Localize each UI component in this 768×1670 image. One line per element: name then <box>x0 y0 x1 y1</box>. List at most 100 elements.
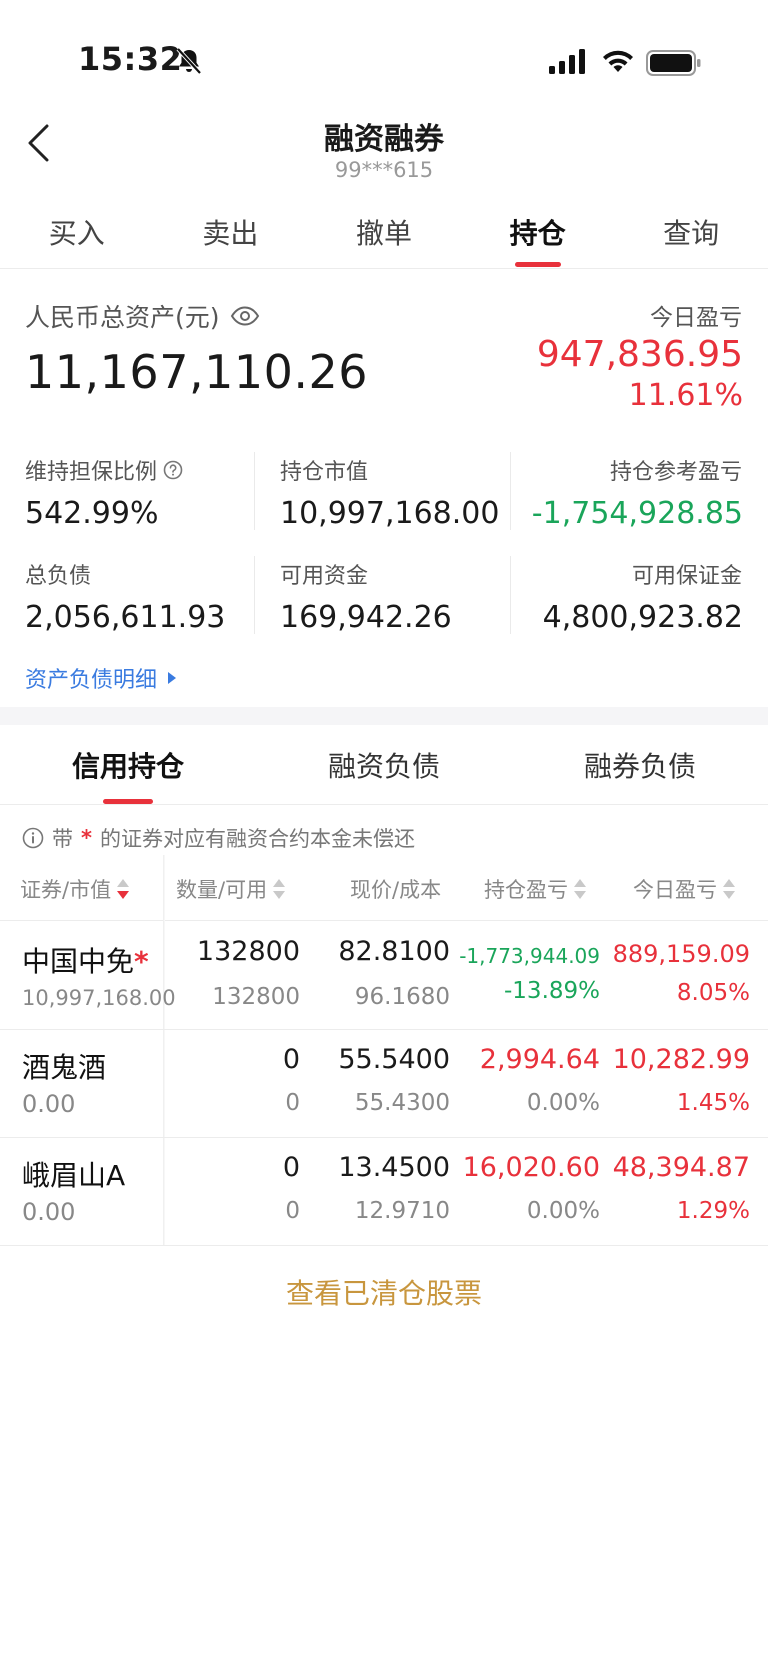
subtab-margin-liabilities[interactable]: 融资负债 <box>256 745 512 785</box>
header-today-pl[interactable]: 今日盈亏 <box>633 874 735 904</box>
total-assets-label-group: 人民币总资产(元) <box>25 298 260 334</box>
security-name-text: 酒鬼酒 <box>22 1051 107 1084</box>
tab-query[interactable]: 查询 <box>614 200 768 268</box>
market-value: 10,997,168.00 <box>22 986 176 1010</box>
header-label: 证券/市值 <box>20 878 112 902</box>
help-icon[interactable] <box>163 460 183 480</box>
total-assets-value: 11,167,110.26 <box>25 345 369 399</box>
header-label: 现价/成本 <box>350 878 442 902</box>
security-name-text: 中国中免 <box>22 945 135 978</box>
current-price: 13.4500 <box>338 1152 450 1183</box>
page-title: 融资融券 <box>324 122 444 157</box>
detail-link-label: 资产负债明细 <box>25 668 158 693</box>
section-separator <box>0 707 768 725</box>
notice-prefix: 带 <box>52 827 73 851</box>
today-pl-value: 947,836.95 <box>536 334 743 375</box>
bell-muted-icon <box>176 47 202 75</box>
position-pl-percent: 0.00% <box>526 1090 600 1116</box>
today-pl-label: 今日盈亏 <box>650 305 742 331</box>
sort-icon <box>574 878 586 900</box>
divider <box>0 804 768 805</box>
triangle-right-icon <box>168 672 177 684</box>
maintenance-ratio-label-group: 维持担保比例 <box>25 454 183 486</box>
total-liabilities-value: 2,056,611.93 <box>25 600 226 635</box>
current-price: 82.8100 <box>338 936 450 967</box>
available-qty: 0 <box>285 1198 300 1224</box>
today-pl: 48,394.87 <box>612 1152 750 1183</box>
info-icon <box>22 827 44 849</box>
quantity: 132800 <box>196 936 300 967</box>
market-value: 0.00 <box>22 1090 76 1118</box>
battery-icon <box>646 50 701 76</box>
divider <box>0 268 768 269</box>
cost-price: 12.9710 <box>354 1198 450 1224</box>
position-pl: -1,773,944.09 <box>459 944 600 968</box>
header-qty-available[interactable]: 数量/可用 <box>176 874 286 904</box>
available-margin-label: 可用保证金 <box>631 564 742 589</box>
header-position-pl[interactable]: 持仓盈亏 <box>484 874 586 904</box>
position-pl: 2,994.64 <box>479 1044 600 1075</box>
sort-desc-icon <box>117 878 130 900</box>
trade-tabs: 买入 卖出 撤单 持仓 查询 <box>0 200 768 268</box>
notice-star: * <box>81 826 92 850</box>
today-pl-percent: 1.29% <box>676 1198 750 1224</box>
current-price: 55.5400 <box>338 1044 450 1075</box>
position-pl-percent: 0.00% <box>526 1198 600 1224</box>
margin-star: * <box>134 945 149 978</box>
wifi-icon <box>603 50 633 72</box>
today-pl-percent: 11.61% <box>628 378 743 413</box>
header-price-cost: 现价/成本 <box>350 874 441 904</box>
tab-sell[interactable]: 卖出 <box>154 200 308 268</box>
quantity: 0 <box>282 1044 300 1075</box>
position-pl-percent: -13.89% <box>504 978 600 1004</box>
today-pl-percent: 1.45% <box>676 1090 750 1116</box>
tab-buy[interactable]: 买入 <box>0 200 154 268</box>
available-qty: 132800 <box>212 984 300 1010</box>
header-label: 数量/可用 <box>176 878 268 902</box>
available-margin-value: 4,800,923.82 <box>542 600 743 635</box>
column-divider <box>254 556 255 634</box>
position-pl: 16,020.60 <box>462 1152 600 1183</box>
cost-price: 55.4300 <box>354 1090 450 1116</box>
security-name: 峨眉山A <box>22 1154 125 1194</box>
account-id: 99***615 <box>334 158 434 182</box>
subtab-short-liabilities[interactable]: 融券负债 <box>512 745 768 785</box>
position-pl-value: -1,754,928.85 <box>531 496 743 531</box>
header-label: 持仓盈亏 <box>484 878 568 902</box>
total-liabilities-label: 总负债 <box>25 564 92 589</box>
security-name: 中国中免* <box>22 940 149 980</box>
available-qty: 0 <box>285 1090 300 1116</box>
security-name: 酒鬼酒 <box>22 1046 106 1086</box>
subtab-credit-positions[interactable]: 信用持仓 <box>0 745 256 785</box>
available-funds-value: 169,942.26 <box>280 600 452 635</box>
position-mv-value: 10,997,168.00 <box>280 496 500 531</box>
position-mv-label: 持仓市值 <box>280 460 369 485</box>
view-cleared-stocks-link[interactable]: 查看已清仓股票 <box>0 1272 768 1312</box>
total-assets-label: 人民币总资产(元) <box>25 303 220 332</box>
notice: 带 * 的证券对应有融资合约本金未偿还 <box>22 823 415 853</box>
eye-icon[interactable] <box>230 306 260 326</box>
available-funds-label: 可用资金 <box>280 564 369 589</box>
sort-icon <box>273 878 286 900</box>
tab-positions[interactable]: 持仓 <box>461 200 615 268</box>
column-divider <box>510 452 511 530</box>
header-security-mv[interactable]: 证券/市值 <box>20 874 130 904</box>
header-label: 今日盈亏 <box>633 878 717 902</box>
today-pl-percent: 8.05% <box>676 980 750 1006</box>
column-divider <box>510 556 511 634</box>
status-time: 15:32 <box>78 40 183 78</box>
today-pl: 10,282.99 <box>612 1044 750 1075</box>
position-pl-label: 持仓参考盈亏 <box>609 460 742 485</box>
sort-icon <box>723 878 735 900</box>
maintenance-ratio-label: 维持担保比例 <box>25 460 158 485</box>
asset-liability-detail-link[interactable]: 资产负债明细 <box>25 662 177 694</box>
security-name-text: 峨眉山A <box>22 1159 126 1192</box>
cost-price: 96.1680 <box>354 984 450 1010</box>
cellular-signal-icon <box>549 49 585 74</box>
market-value: 0.00 <box>22 1198 76 1226</box>
today-pl: 889,159.09 <box>612 940 750 968</box>
divider <box>0 1245 768 1246</box>
column-divider <box>254 452 255 530</box>
notice-text: 的证券对应有融资合约本金未偿还 <box>99 827 415 851</box>
tab-cancel[interactable]: 撤单 <box>307 200 461 268</box>
